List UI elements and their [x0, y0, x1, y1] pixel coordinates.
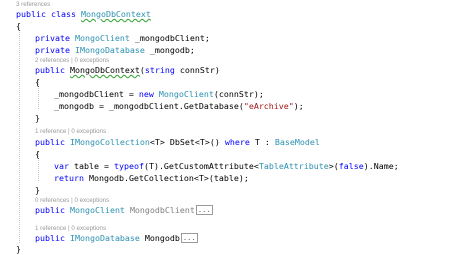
type-imongocollection: IMongoCollection: [69, 137, 150, 147]
keyword-public: public: [16, 9, 46, 19]
code-line-client-prop: public MongoClient MongodbClient...: [0, 204, 213, 216]
brace-open: {: [35, 77, 40, 87]
brace-open: {: [16, 21, 21, 31]
keyword-string: string: [144, 65, 175, 75]
class-name: MongoDbContext: [80, 9, 151, 19]
keyword-where: where: [224, 137, 250, 147]
type-mongoclient: MongoClient: [69, 205, 125, 215]
codelens-dbset-refs[interactable]: 1 reference | 0 exceptions: [35, 128, 106, 135]
generic-close: >(: [328, 161, 339, 171]
ctor-name: MongoDbContext: [69, 65, 140, 75]
code-line-return: return Mongodb.GetCollection<T>(table);: [0, 172, 249, 184]
keyword-public: public: [35, 137, 65, 147]
keyword-typeof: typeof: [113, 161, 144, 171]
field-mongodb: _mongodb;: [144, 45, 195, 55]
collapsed-region-client[interactable]: ...: [195, 205, 213, 215]
ctor-param: connStr): [174, 65, 220, 75]
code-line-open-dbset: {: [0, 148, 40, 160]
field-mongodbclient: _mongodbClient;: [129, 33, 210, 43]
name-access: ).Name;: [363, 161, 399, 171]
code-line-var-table: var table = typeof(T).GetCustomAttribute…: [0, 160, 399, 172]
return-statement: Mongodb.GetCollection<T>(table);: [83, 173, 249, 183]
code-line-close-class: }: [0, 243, 21, 255]
method-dbset: DbSet: [164, 137, 195, 147]
keyword-return: return: [54, 173, 84, 183]
codelens-class-refs[interactable]: 3 references: [16, 1, 50, 8]
property-mongodb: Mongodb: [144, 233, 180, 243]
codelens-dbset[interactable]: 1 reference | 0 exceptions: [0, 127, 106, 136]
code-line-field-db: private IMongoDatabase _mongodb;: [0, 44, 195, 56]
code-line-db-prop: public IMongoDatabase Mongodb...: [0, 232, 198, 244]
generic-t: <T>: [149, 137, 165, 147]
code-line-assign-db: _mongodb = _mongodbClient.GetDatabase("e…: [0, 100, 304, 112]
assign-client-target: _mongodbClient =: [54, 89, 139, 99]
code-line-close-ctor: }: [0, 112, 40, 124]
generic-constraint: T :: [249, 137, 275, 147]
collapsed-region-db[interactable]: ...: [180, 233, 198, 243]
keyword-public: public: [35, 205, 65, 215]
type-mongoclient: MongoClient: [74, 33, 130, 43]
code-line-open-ctor: {: [0, 76, 40, 88]
keyword-class: class: [50, 9, 76, 19]
type-basemodel: BaseModel: [274, 137, 320, 147]
keyword-private: private: [35, 33, 70, 43]
assign-client-args: (connStr);: [213, 89, 264, 99]
code-line-dbset-decl: public IMongoCollection<T> DbSet<T>() wh…: [35, 137, 320, 147]
type-imongodatabase: IMongoDatabase: [69, 233, 140, 243]
brace-close: }: [35, 113, 40, 123]
code-line-field-client: private MongoClient _mongodbClient;: [0, 32, 210, 44]
assign-db-target: _mongodb = _mongodbClient.GetDatabase(: [54, 101, 244, 111]
code-line-close-dbset: }: [0, 184, 40, 196]
code-editor[interactable]: 3 references public class MongoDbContext…: [0, 0, 474, 255]
keyword-new: new: [138, 89, 154, 99]
keyword-private: private: [35, 45, 70, 55]
codelens-db-prop-refs[interactable]: 1 reference | 0 exceptions: [35, 225, 106, 232]
property-mongodbclient: MongodbClient: [129, 205, 195, 215]
type-mongoclient: MongoClient: [158, 89, 214, 99]
type-imongodatabase: IMongoDatabase: [74, 45, 145, 55]
code-line-assign-client: _mongodbClient = new MongoClient(connStr…: [0, 88, 264, 100]
keyword-var: var: [54, 161, 69, 171]
generic-t: <T>: [194, 137, 210, 147]
codelens-client-prop-refs[interactable]: 0 references | 0 exceptions: [35, 197, 109, 204]
code-line-ctor-decl: public MongoDbContext(string connStr): [0, 64, 220, 76]
var-table: table =: [69, 161, 114, 171]
keyword-public: public: [35, 233, 65, 243]
code-line-class-decl: public class MongoDbContext: [0, 8, 151, 20]
type-tableattribute: TableAttribute: [258, 161, 329, 171]
string-earchive: "eArchive": [243, 101, 294, 111]
getcustomattribute-call: (T).GetCustomAttribute<: [143, 161, 259, 171]
code-line-open-class: {: [0, 20, 21, 32]
brace-close: }: [35, 185, 40, 195]
keyword-public: public: [35, 65, 65, 75]
keyword-false: false: [338, 161, 364, 171]
brace-open: {: [35, 149, 40, 159]
codelens-ctor-refs[interactable]: 2 references | 0 exceptions: [35, 57, 109, 64]
statement-end: );: [293, 101, 304, 111]
